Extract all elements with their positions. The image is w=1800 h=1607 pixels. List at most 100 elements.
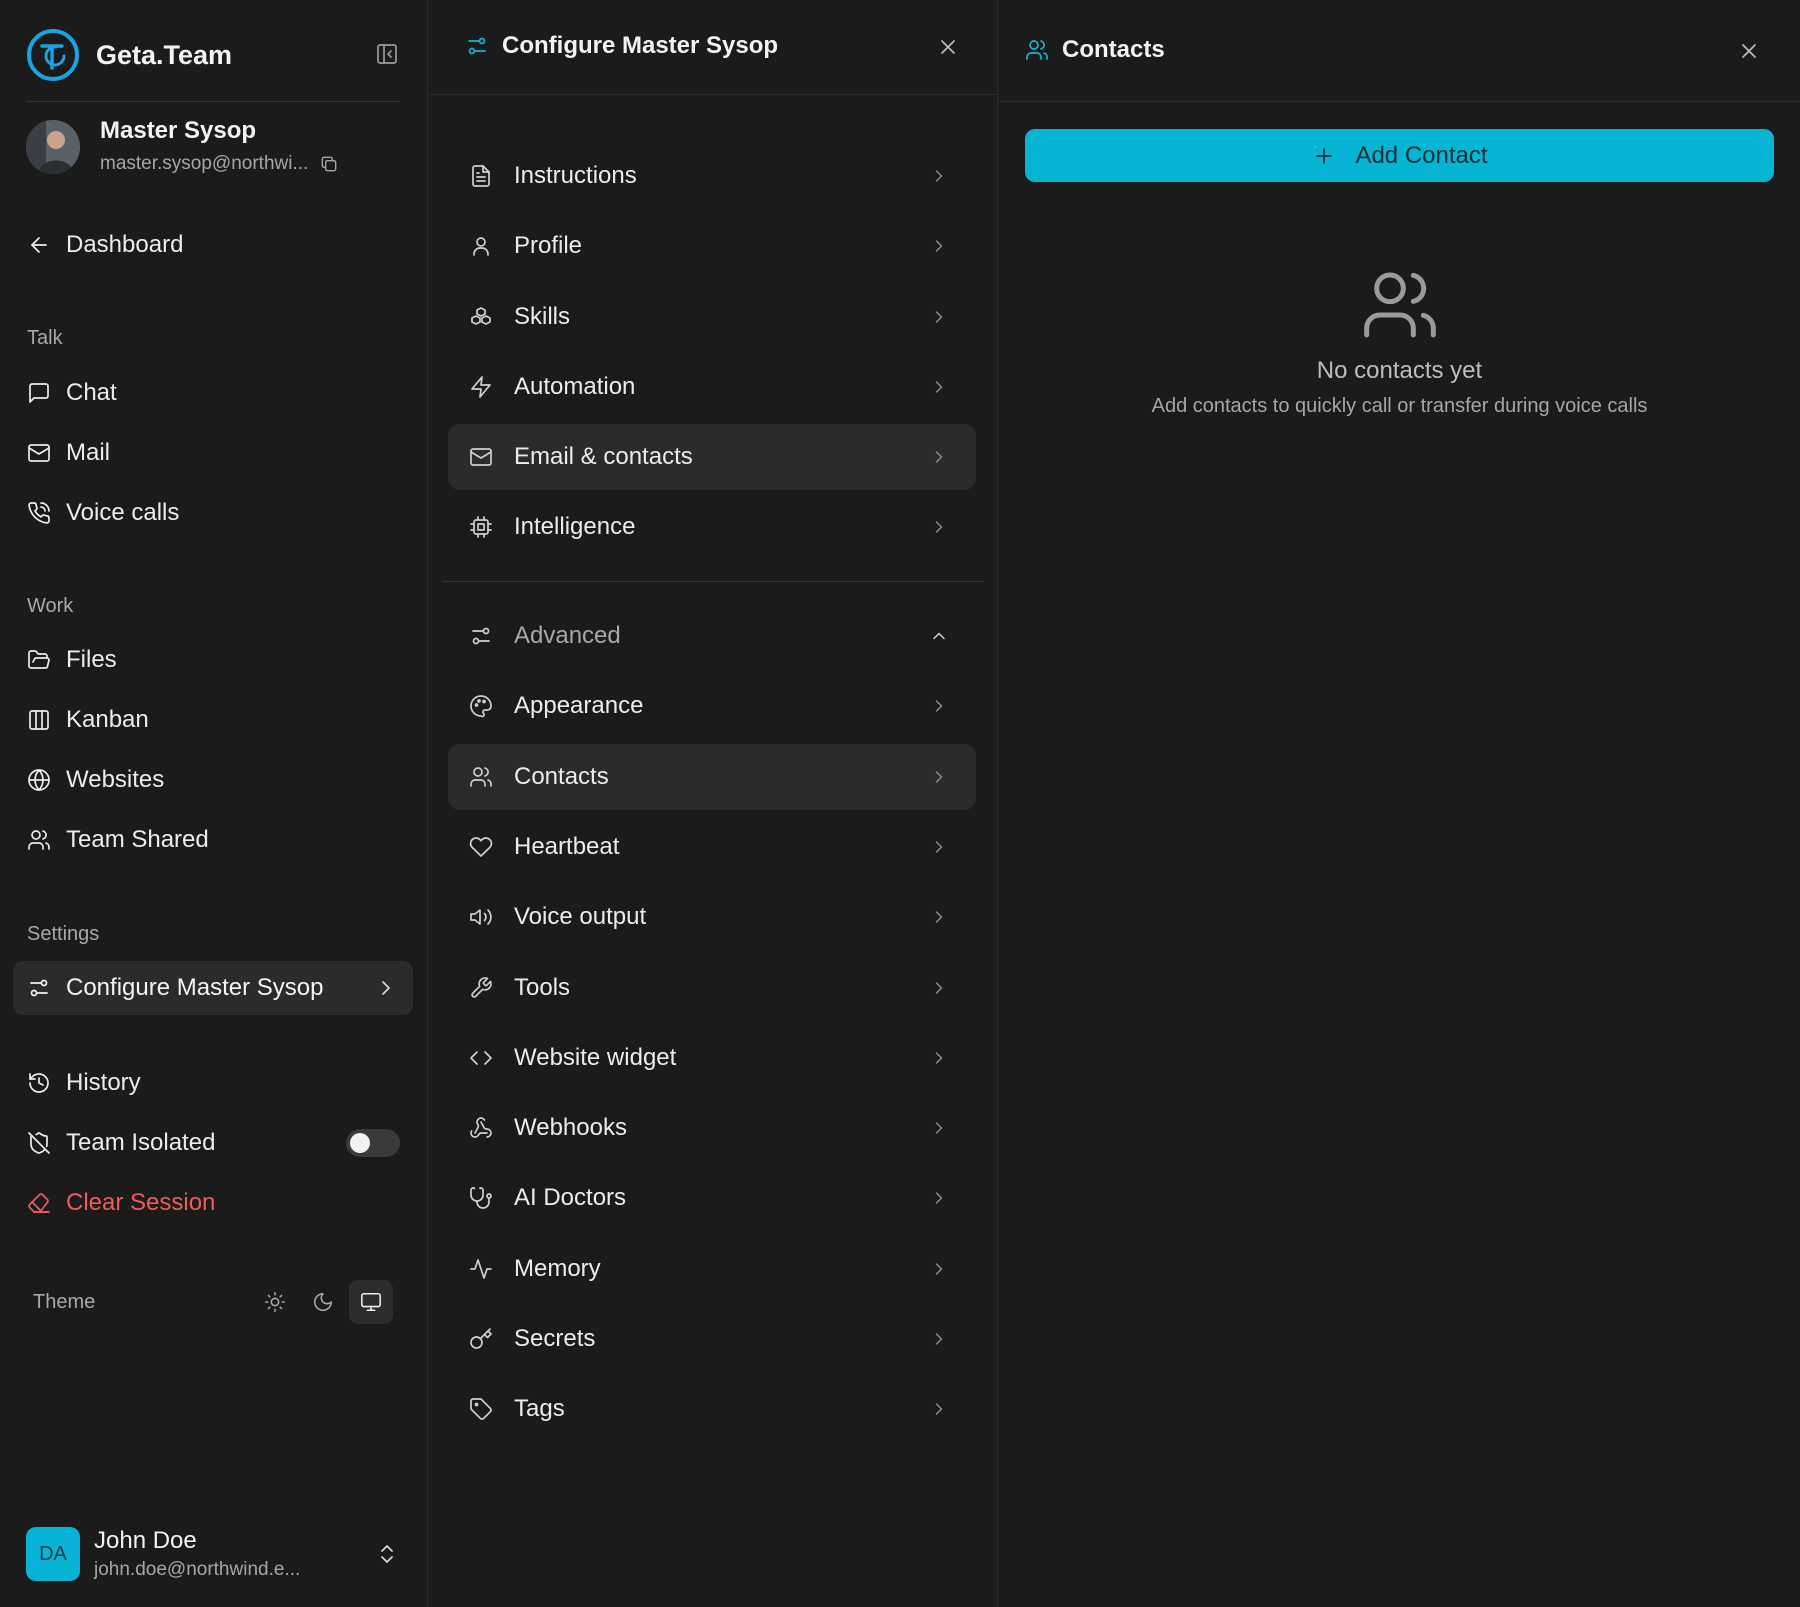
menu-label: Secrets xyxy=(514,1325,596,1352)
nav-dashboard[interactable]: Dashboard xyxy=(26,223,400,267)
theme-label: Theme xyxy=(33,1290,96,1313)
menu-tools[interactable]: Tools xyxy=(448,955,976,1021)
nav-chat[interactable]: Chat xyxy=(26,371,400,415)
chevron-right-icon xyxy=(926,693,952,719)
chevron-right-icon xyxy=(926,975,952,1001)
advanced-toggle[interactable]: Advanced xyxy=(448,603,976,669)
columns-icon xyxy=(26,707,52,733)
add-contact-button[interactable]: Add Contact xyxy=(1025,129,1774,182)
chevron-right-icon xyxy=(926,764,952,790)
menu-label: Intelligence xyxy=(514,513,636,540)
nav-label: Voice calls xyxy=(66,499,180,526)
menu-intelligence[interactable]: Intelligence xyxy=(448,494,976,560)
nav-files[interactable]: Files xyxy=(26,638,400,682)
theme-switcher: Theme xyxy=(33,1280,393,1324)
menu-website-widget[interactable]: Website widget xyxy=(448,1025,976,1091)
mail-icon xyxy=(26,440,52,466)
menu-automation[interactable]: Automation xyxy=(448,354,976,420)
webhook-icon xyxy=(468,1115,494,1141)
team-isolated-toggle[interactable] xyxy=(346,1129,400,1157)
nav-label: Team Shared xyxy=(66,826,209,853)
copy-icon[interactable] xyxy=(316,151,342,177)
nav-team-shared[interactable]: Team Shared xyxy=(26,818,400,862)
zap-icon xyxy=(468,374,494,400)
heart-icon xyxy=(468,834,494,860)
wrench-icon xyxy=(468,975,494,1001)
menu-appearance[interactable]: Appearance xyxy=(448,673,976,739)
menu-label: Tools xyxy=(514,974,571,1001)
menu-label: Appearance xyxy=(514,692,644,719)
menu-email-contacts[interactable]: Email & contacts xyxy=(448,424,976,490)
chevron-right-icon xyxy=(926,233,952,259)
menu-ai-doctors[interactable]: AI Doctors xyxy=(448,1165,976,1231)
agent-email: master.sysop@northwi... xyxy=(100,153,309,174)
menu-label: Email & contacts xyxy=(514,443,693,470)
chevron-right-icon xyxy=(926,1396,952,1422)
menu-label: Heartbeat xyxy=(514,833,620,860)
nav-websites[interactable]: Websites xyxy=(26,758,400,802)
menu-label: Skills xyxy=(514,303,571,330)
brand[interactable]: Geta.Team xyxy=(26,27,400,83)
nav-voice-calls[interactable]: Voice calls xyxy=(26,491,400,535)
sun-icon[interactable] xyxy=(253,1280,297,1324)
divider xyxy=(442,581,984,582)
menu-memory[interactable]: Memory xyxy=(448,1236,976,1302)
configure-panel: Configure Master Sysop Instructions Prof… xyxy=(428,0,998,1607)
palette-icon xyxy=(468,693,494,719)
sidebar: Geta.Team Master Sysop master.sysop@nort… xyxy=(0,0,428,1607)
chevron-right-icon xyxy=(926,304,952,330)
nav-history[interactable]: History xyxy=(26,1061,400,1105)
folder-open-icon xyxy=(26,647,52,673)
nav-clear-session[interactable]: Clear Session xyxy=(26,1181,400,1225)
collapse-sidebar-icon[interactable] xyxy=(374,41,400,67)
chevron-right-icon xyxy=(926,1256,952,1282)
menu-instructions[interactable]: Instructions xyxy=(448,143,976,209)
mail-icon xyxy=(468,444,494,470)
nav-configure[interactable]: Configure Master Sysop xyxy=(13,961,413,1015)
nav-kanban[interactable]: Kanban xyxy=(26,698,400,742)
nav-label: Files xyxy=(66,646,117,673)
monitor-icon[interactable] xyxy=(349,1280,393,1324)
activity-icon xyxy=(468,1256,494,1282)
empty-state: No contacts yet Add contacts to quickly … xyxy=(1025,265,1774,418)
sliders-icon xyxy=(26,975,52,1001)
shield-off-icon xyxy=(26,1130,52,1156)
users-icon xyxy=(1360,265,1440,345)
menu-heartbeat[interactable]: Heartbeat xyxy=(448,814,976,880)
user-name: John Doe xyxy=(94,1527,197,1554)
add-contact-label: Add Contact xyxy=(1355,141,1488,169)
chevron-right-icon xyxy=(926,904,952,930)
empty-title: No contacts yet xyxy=(1316,357,1483,384)
chevron-right-icon xyxy=(926,834,952,860)
menu-webhooks[interactable]: Webhooks xyxy=(448,1095,976,1161)
section-work: Work xyxy=(27,595,74,617)
nav-label: Websites xyxy=(66,766,165,793)
volume-icon xyxy=(468,904,494,930)
menu-contacts[interactable]: Contacts xyxy=(448,744,976,810)
menu-voice-output[interactable]: Voice output xyxy=(448,884,976,950)
menu-label: Memory xyxy=(514,1255,601,1282)
nav-label: Chat xyxy=(66,379,117,406)
divider xyxy=(26,101,400,102)
agent-profile[interactable]: Master Sysop master.sysop@northwi... xyxy=(26,117,400,177)
phone-call-icon xyxy=(26,500,52,526)
menu-label: Advanced xyxy=(514,622,621,649)
chevrons-up-down-icon[interactable] xyxy=(374,1541,400,1567)
close-icon[interactable] xyxy=(1736,38,1762,64)
menu-secrets[interactable]: Secrets xyxy=(448,1306,976,1372)
menu-label: Automation xyxy=(514,373,636,400)
menu-skills[interactable]: Skills xyxy=(448,284,976,350)
menu-label: AI Doctors xyxy=(514,1184,627,1211)
tag-icon xyxy=(468,1396,494,1422)
cpu-icon xyxy=(468,514,494,540)
menu-tags[interactable]: Tags xyxy=(448,1376,976,1442)
menu-profile[interactable]: Profile xyxy=(448,213,976,279)
brand-name: Geta.Team xyxy=(96,39,233,70)
nav-mail[interactable]: Mail xyxy=(26,431,400,475)
nav-label: Team Isolated xyxy=(66,1129,216,1156)
menu-label: Profile xyxy=(514,232,583,259)
close-icon[interactable] xyxy=(935,34,961,60)
user-menu[interactable]: DA John Doe john.doe@northwind.e... xyxy=(26,1526,400,1582)
moon-icon[interactable] xyxy=(301,1280,345,1324)
nav-team-isolated: Team Isolated xyxy=(26,1121,400,1165)
